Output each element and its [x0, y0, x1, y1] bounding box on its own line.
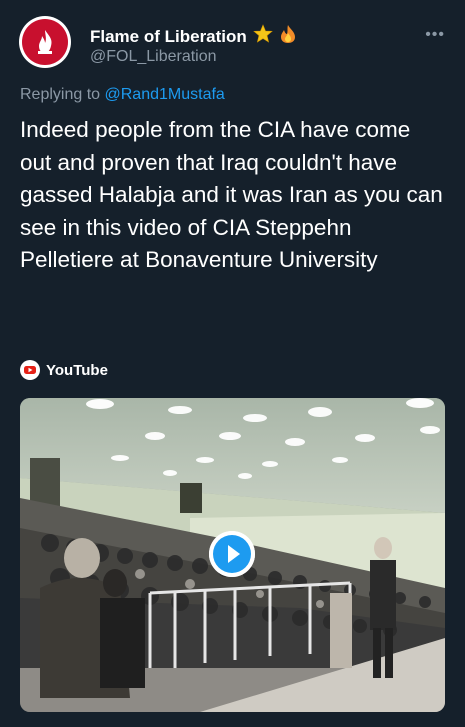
avatar[interactable]: [19, 16, 71, 68]
author-handle[interactable]: @FOL_Liberation: [90, 48, 217, 66]
star-emoji-icon: [253, 24, 273, 49]
reply-context: Replying to @Rand1Mustafa: [20, 86, 225, 104]
video-thumbnail[interactable]: [20, 398, 445, 712]
flame-logo-icon: [22, 19, 68, 65]
youtube-icon: [20, 360, 40, 380]
media-source-label: YouTube: [46, 361, 108, 379]
media-source[interactable]: YouTube: [20, 360, 108, 380]
author-name-row: Flame of Liberation: [90, 24, 297, 49]
reply-mention-link[interactable]: @Rand1Mustafa: [105, 86, 225, 103]
more-options-icon[interactable]: •••: [425, 26, 445, 44]
play-button[interactable]: [209, 531, 255, 577]
tweet-text: Indeed people from the CIA have come out…: [20, 117, 443, 272]
fire-emoji-icon: [279, 24, 297, 49]
author-name[interactable]: Flame of Liberation: [90, 27, 247, 47]
reply-prefix: Replying to: [20, 86, 101, 103]
play-icon: [209, 531, 255, 577]
